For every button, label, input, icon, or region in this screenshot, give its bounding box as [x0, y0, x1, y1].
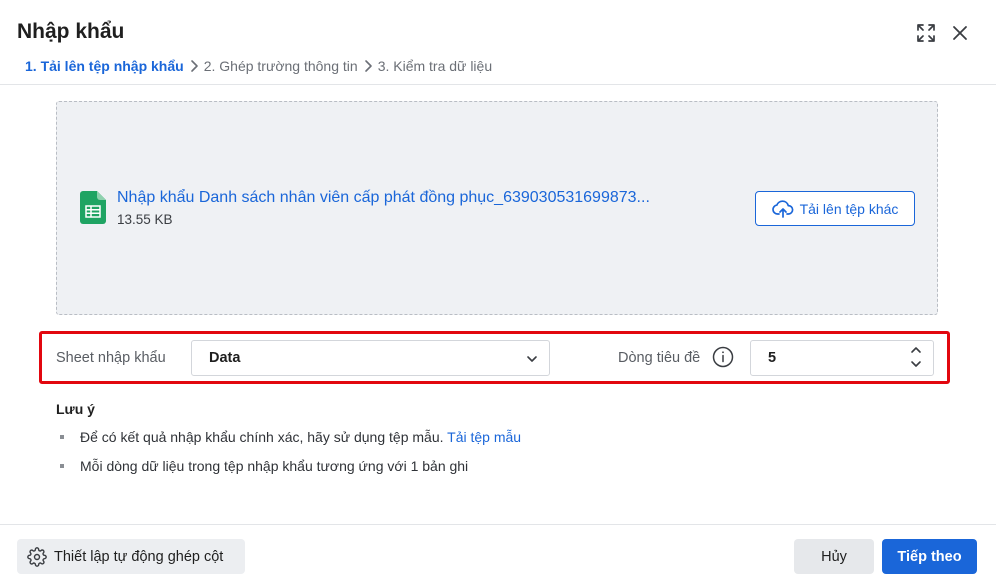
note-text: Để có kết quả nhập khẩu chính xác, hãy s…	[80, 429, 448, 445]
note-item: Mỗi dòng dữ liệu trong tệp nhập khẩu tươ…	[56, 458, 521, 487]
auto-map-columns-button[interactable]: Thiết lập tự động ghép cột	[17, 539, 245, 574]
upload-other-file-label: Tải lên tệp khác	[799, 200, 899, 217]
sheet-label: Sheet nhập khẩu	[56, 350, 166, 366]
step-check-data[interactable]: 3. Kiểm tra dữ liệu	[378, 58, 492, 74]
uploaded-file-size: 13.55 KB	[117, 212, 173, 227]
upload-other-file-button[interactable]: Tải lên tệp khác	[755, 191, 915, 226]
step-upload[interactable]: 1. Tải lên tệp nhập khẩu	[25, 58, 184, 74]
step-map-fields[interactable]: 2. Ghép trường thông tin	[204, 58, 358, 74]
expand-icon	[917, 24, 935, 42]
chevron-right-icon	[189, 59, 199, 73]
sheet-select[interactable]: Data	[191, 340, 550, 376]
notes-title: Lưu ý	[56, 401, 95, 417]
notes-section: Lưu ý Để có kết quả nhập khẩu chính xác,…	[56, 401, 521, 487]
note-text: Mỗi dòng dữ liệu trong tệp nhập khẩu tươ…	[80, 458, 469, 474]
header-row-value: 5	[768, 350, 777, 366]
sheet-select-value: Data	[209, 350, 241, 366]
step-breadcrumb: 1. Tải lên tệp nhập khẩu 2. Ghép trường …	[25, 56, 492, 76]
header-row-label: Dòng tiêu đề	[618, 350, 701, 366]
close-button[interactable]	[947, 20, 973, 46]
import-options: Sheet nhập khẩu Data Dòng tiêu đề 5	[39, 331, 950, 384]
chevron-down-icon	[527, 356, 537, 362]
close-icon	[953, 26, 967, 40]
gear-icon	[27, 546, 47, 567]
dialog-title: Nhập khẩu	[17, 20, 125, 43]
auto-map-columns-label: Thiết lập tự động ghép cột	[54, 548, 224, 565]
uploaded-file-name[interactable]: Nhập khẩu Danh sách nhân viên cấp phát đ…	[117, 189, 650, 207]
header-row-stepper[interactable]: 5	[750, 340, 934, 376]
chevron-down-icon[interactable]	[910, 360, 922, 368]
dialog-header: Nhập khẩu 1. Tải lên tệp nhập khẩu 2. Gh…	[0, 0, 996, 85]
next-button[interactable]: Tiếp theo	[882, 539, 977, 574]
info-icon[interactable]	[712, 346, 734, 368]
cancel-button[interactable]: Hủy	[794, 539, 874, 574]
file-dropzone[interactable]: Nhập khẩu Danh sách nhân viên cấp phát đ…	[56, 101, 938, 315]
chevron-up-icon[interactable]	[910, 346, 922, 354]
spreadsheet-file-icon	[80, 191, 106, 229]
note-item: Để có kết quả nhập khẩu chính xác, hãy s…	[56, 429, 521, 458]
download-template-link[interactable]: Tải tệp mẫu	[447, 429, 521, 445]
dialog-footer: Thiết lập tự động ghép cột Hủy Tiếp theo	[0, 524, 996, 588]
cloud-upload-icon	[771, 199, 794, 218]
chevron-right-icon	[363, 59, 373, 73]
expand-button[interactable]	[913, 20, 939, 46]
